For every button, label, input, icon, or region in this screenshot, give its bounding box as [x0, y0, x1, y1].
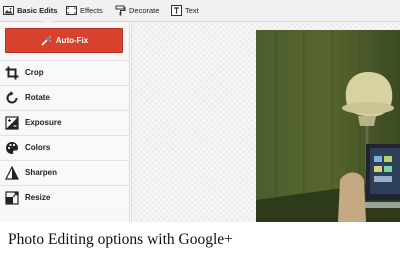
resize-icon: [5, 190, 19, 205]
tool-sharpen[interactable]: Sharpen: [0, 160, 129, 184]
tool-label: Resize: [25, 193, 51, 202]
tool-colors[interactable]: Colors: [0, 135, 129, 159]
sharpen-icon: [5, 165, 19, 180]
tool-label: Colors: [25, 143, 51, 152]
exposure-icon: [5, 115, 19, 130]
palette-icon: [5, 141, 19, 155]
tab-effects[interactable]: Effects: [66, 0, 103, 21]
tab-label: Effects: [80, 6, 103, 15]
tool-rotate[interactable]: Rotate: [0, 85, 129, 109]
tool-crop[interactable]: Crop: [0, 60, 129, 84]
tool-exposure[interactable]: Exposure: [0, 110, 129, 134]
rotate-icon: [5, 90, 19, 105]
tab-label: Text: [185, 6, 199, 15]
text-icon: [171, 5, 182, 16]
paint-roller-icon: [115, 5, 126, 16]
tab-text[interactable]: Text: [171, 0, 199, 21]
tab-label: Decorate: [129, 6, 160, 15]
tab-label: Basic Edits: [17, 6, 58, 15]
editor-toolbar: Basic Edits Effects Decorate Text: [0, 0, 400, 27]
magic-wand-icon: [40, 35, 52, 47]
auto-fix-button[interactable]: Auto-Fix: [5, 28, 123, 53]
tool-label: Exposure: [25, 118, 62, 127]
crop-icon: [5, 66, 19, 80]
tab-basic-edits[interactable]: Basic Edits: [3, 0, 58, 27]
tool-resize[interactable]: Resize: [0, 185, 129, 209]
image-icon: [3, 5, 14, 16]
image-caption: Photo Editing options with Google+: [8, 231, 233, 248]
film-icon: [66, 5, 77, 16]
tool-label: Sharpen: [25, 168, 58, 177]
tool-label: Rotate: [25, 93, 50, 102]
photo-preview: [256, 30, 400, 222]
tab-decorate[interactable]: Decorate: [115, 0, 159, 21]
tool-label: Crop: [25, 68, 44, 77]
auto-fix-label: Auto-Fix: [55, 36, 89, 45]
edit-tools-sidebar: Auto-Fix Crop Rotate Exposure Colors Sha…: [0, 22, 130, 222]
